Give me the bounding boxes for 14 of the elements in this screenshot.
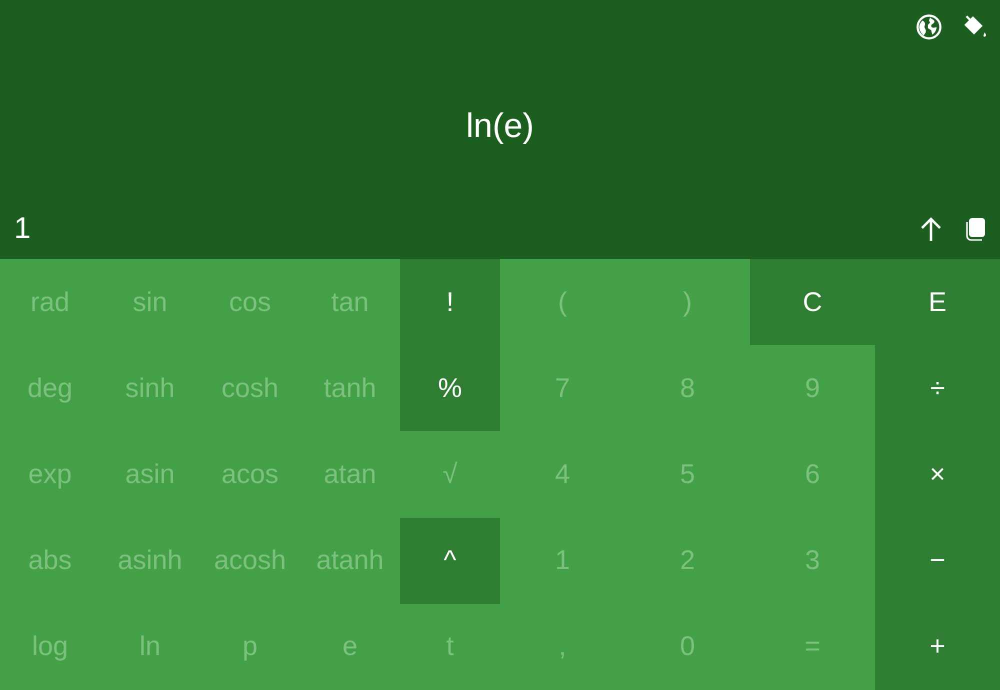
keypad-key[interactable]: × — [875, 431, 1000, 518]
expression-text: ln(e) — [464, 106, 536, 147]
keypad-key[interactable]: ÷ — [875, 345, 1000, 432]
copy-icon[interactable] — [964, 217, 986, 241]
keypad-key[interactable]: ! — [400, 259, 500, 346]
keypad-key[interactable]: − — [875, 518, 1000, 604]
keypad-key[interactable]: C — [750, 259, 875, 346]
keypad-key[interactable]: % — [400, 345, 500, 432]
result-text: 1 — [14, 212, 32, 246]
keypad-key[interactable]: E — [875, 259, 1000, 346]
up-arrow-icon[interactable] — [920, 216, 942, 242]
keypad-key[interactable]: ^ — [400, 518, 500, 604]
keypad-key[interactable]: + — [875, 604, 1000, 690]
globe-icon[interactable] — [916, 14, 942, 40]
